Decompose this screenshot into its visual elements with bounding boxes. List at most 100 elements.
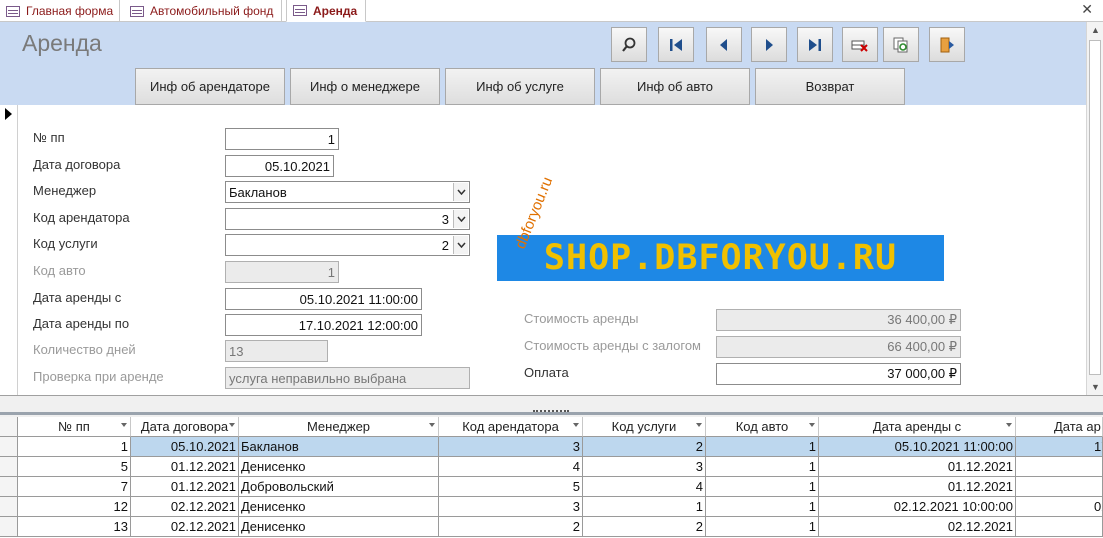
table-cell[interactable]: 1 — [706, 497, 819, 517]
table-cell[interactable]: 3 — [439, 437, 583, 457]
table-cell[interactable]: 5 — [439, 477, 583, 497]
service-code-value: 2 — [441, 237, 449, 253]
table-cell[interactable]: 2 — [583, 517, 706, 537]
cost-deposit-label: Стоимость аренды с залогом — [524, 338, 701, 353]
row-selector[interactable] — [0, 457, 18, 477]
tenant-info-button[interactable]: Инф об арендаторе — [135, 68, 285, 105]
table-cell[interactable]: 4 — [439, 457, 583, 477]
column-header-tenant-code[interactable]: Код арендатора — [439, 417, 583, 437]
scroll-up-icon[interactable]: ▲ — [1091, 25, 1100, 35]
previous-record-button[interactable] — [706, 27, 742, 62]
first-record-button[interactable] — [658, 27, 694, 62]
rent-to-field[interactable]: 17.10.2021 12:00:00 — [225, 314, 422, 336]
table-cell[interactable]: 4 — [583, 477, 706, 497]
car-code-label: Код авто — [33, 263, 86, 278]
table-cell[interactable]: Денисенко — [239, 497, 439, 517]
splitter-grip-icon[interactable] — [533, 410, 569, 414]
num-field[interactable]: 1 — [225, 128, 339, 150]
table-cell[interactable]: 7 — [18, 477, 131, 497]
table-cell[interactable]: Бакланов — [239, 437, 439, 457]
table-cell[interactable]: 01.12.2021 — [819, 457, 1016, 477]
tab-label: Аренда — [313, 3, 358, 18]
table-cell[interactable]: 5 — [18, 457, 131, 477]
tab-rent[interactable]: Аренда — [286, 0, 366, 22]
table-cell[interactable]: 1 — [706, 437, 819, 457]
table-cell[interactable]: 05.10.2021 — [131, 437, 239, 457]
search-icon — [622, 37, 636, 52]
service-code-combo[interactable]: 2 — [225, 234, 470, 256]
column-header-car-code[interactable]: Код авто — [706, 417, 819, 437]
column-header-num[interactable]: № пп — [18, 417, 131, 437]
contract-date-field[interactable]: 05.10.2021 — [225, 155, 334, 177]
next-record-button[interactable] — [751, 27, 787, 62]
table-cell[interactable]: 02.12.2021 — [819, 517, 1016, 537]
table-cell[interactable]: 1 — [706, 457, 819, 477]
row-selector[interactable] — [0, 477, 18, 497]
row-selector[interactable] — [0, 437, 18, 457]
manager-info-button[interactable]: Инф о менеджере — [290, 68, 440, 105]
table-cell[interactable]: 05.10.2021 11:00:00 — [819, 437, 1016, 457]
table-cell[interactable]: 13 — [18, 517, 131, 537]
chevron-down-icon[interactable] — [453, 183, 468, 201]
rent-from-label: Дата аренды с — [33, 290, 122, 305]
table-cell[interactable]: 2 — [583, 437, 706, 457]
tenant-code-combo[interactable]: 3 — [225, 208, 470, 230]
manager-value: Бакланов — [229, 184, 287, 200]
column-header-rent-to[interactable]: Дата ар — [1016, 417, 1103, 437]
table-cell[interactable]: 01.12.2021 — [131, 457, 239, 477]
row-selector[interactable] — [0, 497, 18, 517]
chevron-down-icon[interactable] — [453, 236, 468, 254]
payment-field[interactable]: 37 000,00 ₽ — [716, 363, 961, 385]
scroll-down-icon[interactable]: ▼ — [1091, 382, 1100, 392]
refresh-icon — [893, 37, 908, 52]
delete-record-button[interactable] — [842, 27, 878, 62]
column-header-service-code[interactable]: Код услуги — [583, 417, 706, 437]
table-cell[interactable]: 1 — [706, 477, 819, 497]
tab-main-form[interactable]: Главная форма — [0, 0, 120, 22]
tab-car-fleet[interactable]: Автомобильный фонд — [124, 0, 282, 22]
table-cell[interactable]: 01.12.2021 — [131, 477, 239, 497]
row-selector[interactable] — [0, 517, 18, 537]
record-selector[interactable] — [0, 105, 18, 395]
scroll-thumb[interactable] — [1089, 40, 1101, 375]
exit-icon — [940, 37, 954, 52]
table-cell[interactable]: 01.12.2021 — [819, 477, 1016, 497]
table-cell[interactable]: Добровольский — [239, 477, 439, 497]
close-icon[interactable]: ✕ — [1081, 1, 1093, 18]
table-cell[interactable]: 02.12.2021 — [131, 517, 239, 537]
table-cell[interactable]: 1 — [18, 437, 131, 457]
table-cell[interactable]: 02.12.2021 — [131, 497, 239, 517]
search-button[interactable] — [611, 27, 647, 62]
table-cell[interactable] — [1016, 477, 1103, 497]
refresh-button[interactable] — [883, 27, 919, 62]
column-header-contract-date[interactable]: Дата договора — [131, 417, 239, 437]
table-cell[interactable]: 3 — [583, 457, 706, 477]
service-info-button[interactable]: Инф об услуге — [445, 68, 595, 105]
column-header-manager[interactable]: Менеджер — [239, 417, 439, 437]
table-cell[interactable]: 12 — [18, 497, 131, 517]
table-cell[interactable] — [1016, 517, 1103, 537]
table-cell[interactable]: 02.12.2021 10:00:00 — [819, 497, 1016, 517]
return-button[interactable]: Возврат — [755, 68, 905, 105]
table-cell[interactable]: 17 — [1016, 437, 1103, 457]
table-cell[interactable]: Денисенко — [239, 517, 439, 537]
exit-button[interactable] — [929, 27, 965, 62]
table-cell[interactable]: 02 — [1016, 497, 1103, 517]
column-header-rent-from[interactable]: Дата аренды с — [819, 417, 1016, 437]
table-cell[interactable]: 1 — [583, 497, 706, 517]
table-cell[interactable]: 2 — [439, 517, 583, 537]
table-cell[interactable]: Денисенко — [239, 457, 439, 477]
table-cell[interactable]: 1 — [706, 517, 819, 537]
select-all-corner[interactable] — [0, 417, 18, 437]
table-cell[interactable] — [1016, 457, 1103, 477]
table-cell[interactable]: 3 — [439, 497, 583, 517]
check-field: услуга неправильно выбрана — [225, 367, 470, 389]
form-title: Аренда — [22, 30, 102, 56]
last-record-button[interactable] — [797, 27, 833, 62]
manager-combo[interactable]: Бакланов — [225, 181, 470, 203]
car-info-button[interactable]: Инф об авто — [600, 68, 750, 105]
split-form-divider[interactable] — [0, 395, 1103, 417]
rent-from-field[interactable]: 05.10.2021 11:00:00 — [225, 288, 422, 310]
chevron-down-icon[interactable] — [453, 210, 468, 228]
form-vertical-scrollbar[interactable]: ▲ ▼ — [1086, 22, 1103, 395]
